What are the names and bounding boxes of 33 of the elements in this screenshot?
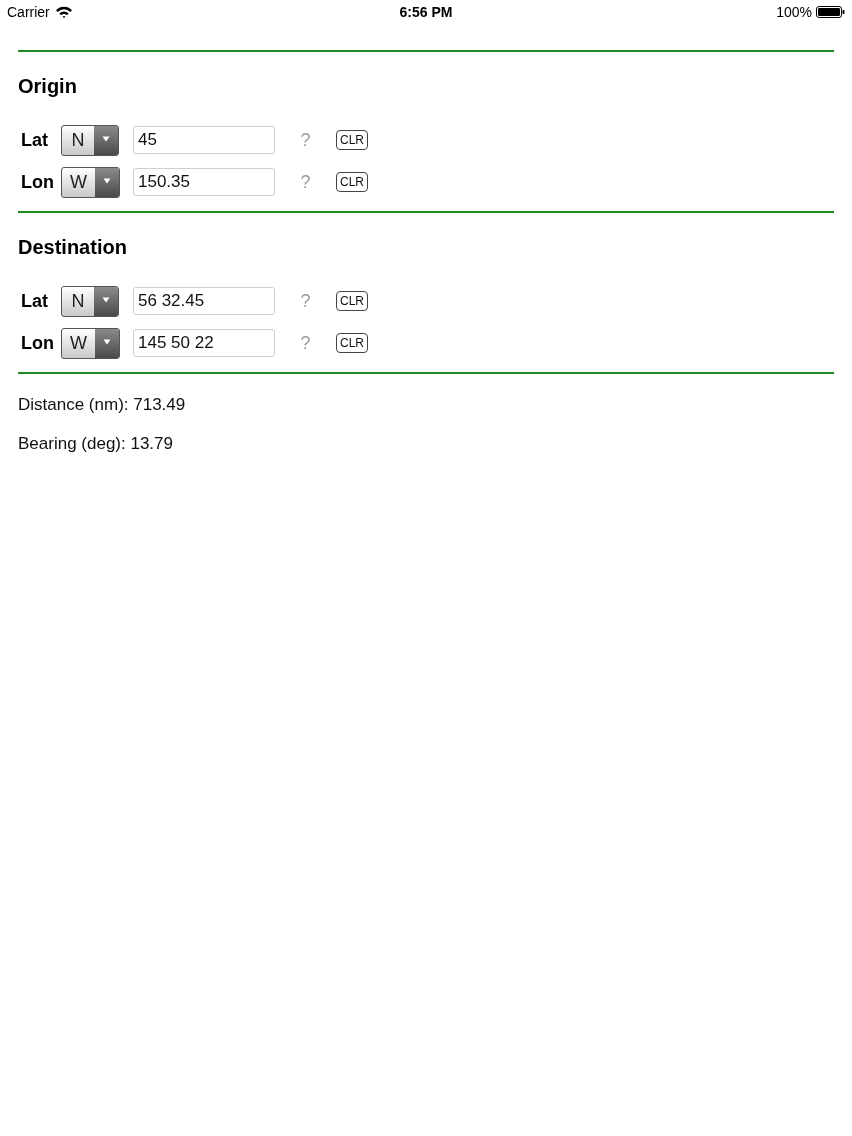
result-text: Distance (nm): 713.49 xyxy=(18,395,186,415)
caret-icon xyxy=(94,286,118,316)
field-label: Lon xyxy=(21,332,54,354)
field-label: Lon xyxy=(21,171,54,193)
battery-percent: 100% xyxy=(776,4,812,20)
caret-icon xyxy=(95,328,119,358)
hemisphere-select[interactable]: W xyxy=(61,327,120,359)
help-mark: ? xyxy=(300,290,311,312)
help-mark: ? xyxy=(300,171,311,193)
hemisphere-select[interactable]: W xyxy=(61,166,120,198)
hemisphere-select[interactable]: N xyxy=(61,124,119,156)
wifi-icon xyxy=(55,6,72,18)
coordinate-input[interactable]: 150.35 xyxy=(133,168,275,196)
caret-icon xyxy=(95,167,119,197)
coordinate-input[interactable]: 56 32.45 xyxy=(133,287,275,315)
field-label: Lat xyxy=(21,290,48,312)
help-mark: ? xyxy=(300,129,311,151)
help-mark: ? xyxy=(300,332,311,354)
section-heading: Origin xyxy=(18,74,77,98)
clear-button[interactable]: CLR xyxy=(336,130,368,150)
field-label: Lat xyxy=(21,129,48,151)
clear-button[interactable]: CLR xyxy=(336,172,368,192)
carrier-name: Carrier xyxy=(7,4,50,20)
hemisphere-select[interactable]: N xyxy=(61,285,119,317)
clear-button[interactable]: CLR xyxy=(336,333,368,353)
coordinate-input[interactable]: 45 xyxy=(133,126,275,154)
section-heading: Destination xyxy=(18,235,127,259)
result-text: Bearing (deg): 13.79 xyxy=(18,434,173,454)
clear-button[interactable]: CLR xyxy=(336,291,368,311)
battery-icon xyxy=(816,6,845,18)
caret-icon xyxy=(94,125,118,155)
status-time: 6:56 PM xyxy=(399,4,453,20)
coordinate-input[interactable]: 145 50 22 xyxy=(133,329,275,357)
